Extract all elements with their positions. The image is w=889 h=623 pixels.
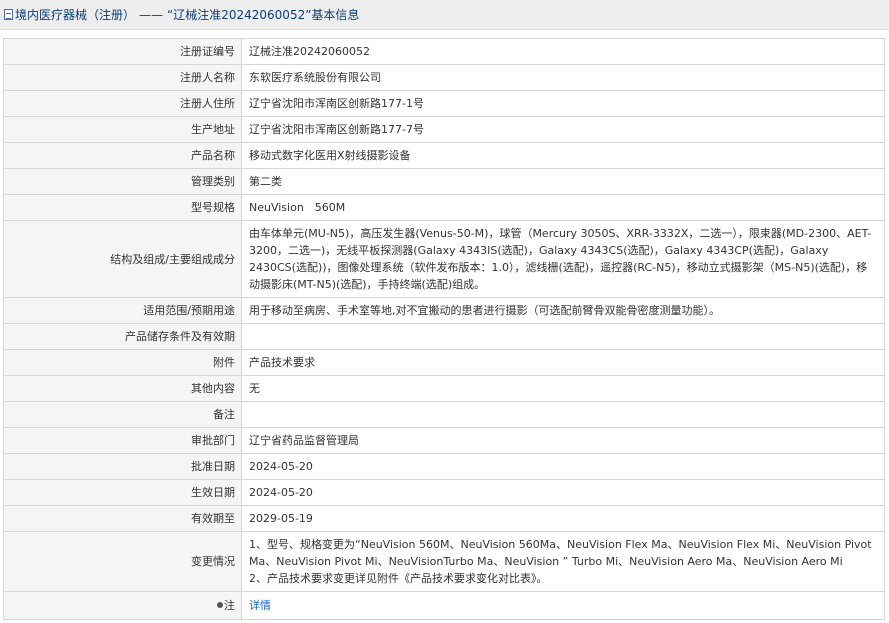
pin-icon	[217, 602, 223, 608]
table-row: 备注	[3, 401, 885, 428]
row-label: 型号规格	[3, 194, 242, 221]
table-row: 生效日期 2024-05-20	[3, 479, 885, 506]
table-row: 结构及组成/主要组成成分 由车体单元(MU-N5)，高压发生器(Venus-50…	[3, 220, 885, 298]
row-label: 结构及组成/主要组成成分	[3, 220, 242, 298]
row-label: 注册人住所	[3, 90, 242, 117]
row-label: 注册证编号	[3, 38, 242, 65]
row-value: 辽宁省沈阳市浑南区创新路177-7号	[241, 116, 885, 143]
table-row: 批准日期 2024-05-20	[3, 453, 885, 480]
note-label-cell: 注	[3, 591, 242, 620]
row-value: 辽宁省药品监督管理局	[241, 427, 885, 454]
row-value: 无	[241, 375, 885, 402]
change-line-2: 2、产品技术要求变更详见附件《产品技术要求变化对比表》。	[249, 572, 548, 585]
details-link[interactable]: 详情	[249, 599, 271, 612]
table-row: 有效期至 2029-05-19	[3, 505, 885, 532]
row-label: 注册人名称	[3, 64, 242, 91]
table-row: 注册证编号 辽械注准20242060052	[3, 38, 885, 65]
row-label: 生效日期	[3, 479, 242, 506]
table-row-note: 注 详情	[3, 591, 885, 620]
row-value: 第二类	[241, 168, 885, 195]
row-label: 产品储存条件及有效期	[3, 323, 242, 350]
info-table-wrapper: 注册证编号 辽械注准20242060052 注册人名称 东软医疗系统股份有限公司…	[0, 30, 889, 620]
row-value: NeuVision 560M	[241, 194, 885, 221]
table-row: 附件 产品技术要求	[3, 349, 885, 376]
table-row: 其他内容 无	[3, 375, 885, 402]
document-icon	[4, 9, 13, 20]
row-value: 产品技术要求	[241, 349, 885, 376]
row-label: 产品名称	[3, 142, 242, 169]
page-title: “辽械注准20242060052”基本信息	[167, 8, 360, 22]
table-row: 生产地址 辽宁省沈阳市浑南区创新路177-7号	[3, 116, 885, 143]
table-row: 适用范围/预期用途 用于移动至病房、手术室等地,对不宜搬动的患者进行摄影（可选配…	[3, 297, 885, 324]
change-details: 1、型号、规格变更为“NeuVision 560M、NeuVision 560M…	[241, 531, 885, 592]
table-row-change: 变更情况 1、型号、规格变更为“NeuVision 560M、NeuVision…	[3, 531, 885, 592]
row-value: 用于移动至病房、手术室等地,对不宜搬动的患者进行摄影（可选配前臂骨双能骨密度测量…	[241, 297, 885, 324]
table-row: 审批部门 辽宁省药品监督管理局	[3, 427, 885, 454]
row-value: 移动式数字化医用X射线摄影设备	[241, 142, 885, 169]
row-value	[241, 401, 885, 428]
row-label: 适用范围/预期用途	[3, 297, 242, 324]
row-label: 注	[224, 599, 235, 612]
table-row: 管理类别 第二类	[3, 168, 885, 195]
row-label: 备注	[3, 401, 242, 428]
row-label: 审批部门	[3, 427, 242, 454]
row-label: 附件	[3, 349, 242, 376]
row-value: 2029-05-19	[241, 505, 885, 532]
row-label: 其他内容	[3, 375, 242, 402]
row-label: 管理类别	[3, 168, 242, 195]
table-row: 产品储存条件及有效期	[3, 323, 885, 350]
title-prefix: 境内医疗器械（注册）	[15, 8, 136, 22]
table-row: 注册人住所 辽宁省沈阳市浑南区创新路177-1号	[3, 90, 885, 117]
row-value: 东软医疗系统股份有限公司	[241, 64, 885, 91]
change-line-1: 1、型号、规格变更为“NeuVision 560M、NeuVision 560M…	[249, 538, 872, 568]
row-value	[241, 323, 885, 350]
table-row: 注册人名称 东软医疗系统股份有限公司	[3, 64, 885, 91]
row-value: 由车体单元(MU-N5)，高压发生器(Venus-50-M)，球管（Mercur…	[241, 220, 885, 298]
note-value: 详情	[241, 591, 885, 620]
page-title-bar: 境内医疗器械（注册） —— “辽械注准20242060052”基本信息	[0, 0, 889, 30]
row-label: 有效期至	[3, 505, 242, 532]
row-value: 辽械注准20242060052	[241, 38, 885, 65]
row-label: 批准日期	[3, 453, 242, 480]
row-label: 生产地址	[3, 116, 242, 143]
row-label: 变更情况	[3, 531, 242, 592]
row-value: 辽宁省沈阳市浑南区创新路177-1号	[241, 90, 885, 117]
table-row: 产品名称 移动式数字化医用X射线摄影设备	[3, 142, 885, 169]
title-separator: ——	[139, 7, 164, 22]
row-value: 2024-05-20	[241, 479, 885, 506]
table-row: 型号规格 NeuVision 560M	[3, 194, 885, 221]
basic-info-table: 注册证编号 辽械注准20242060052 注册人名称 东软医疗系统股份有限公司…	[3, 38, 885, 620]
row-value: 2024-05-20	[241, 453, 885, 480]
